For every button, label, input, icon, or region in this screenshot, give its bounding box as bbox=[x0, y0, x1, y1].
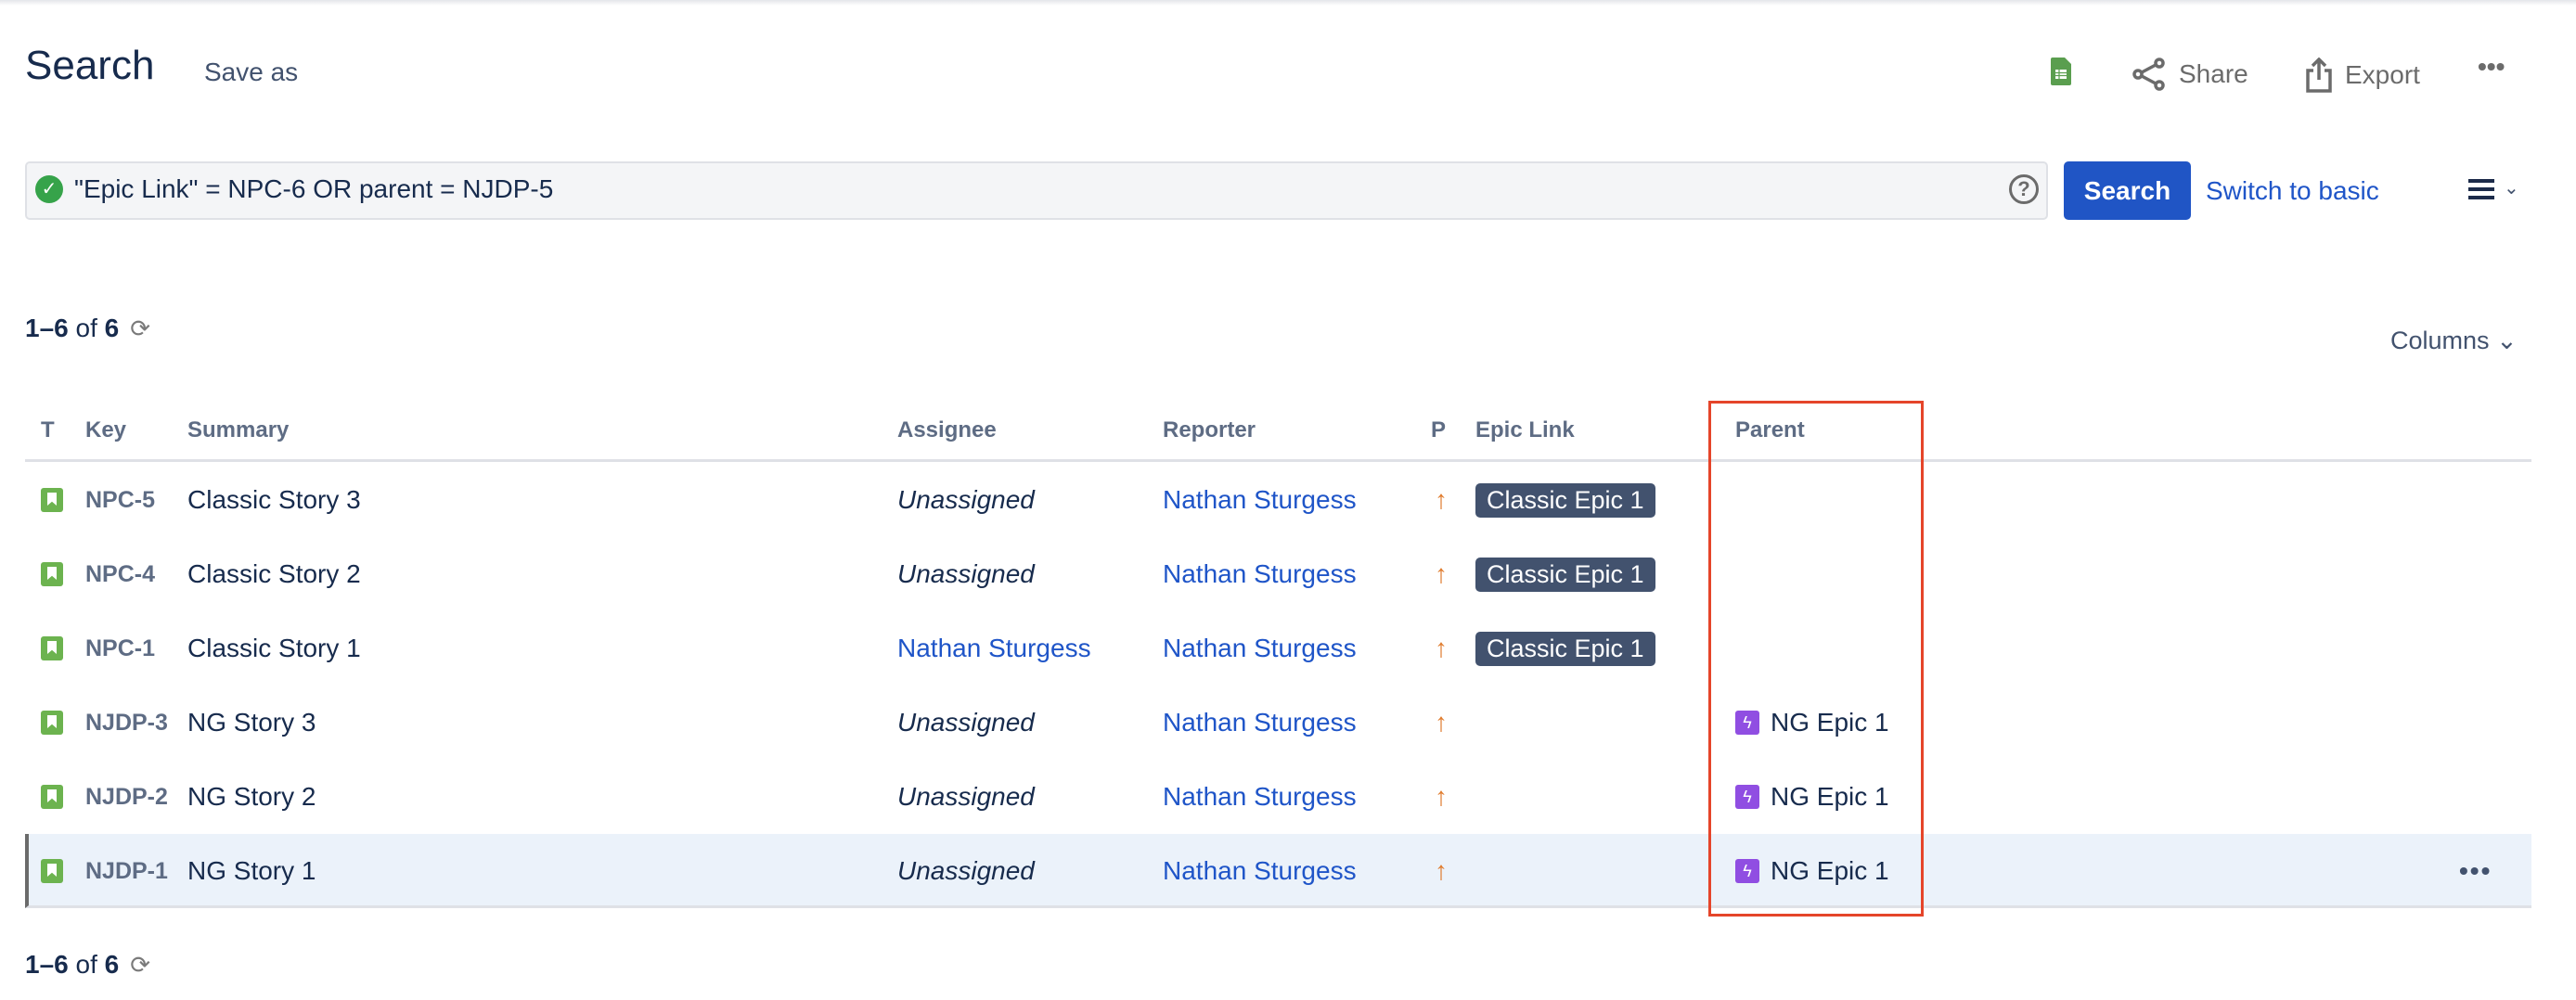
chevron-down-icon[interactable]: ⌄ bbox=[2504, 176, 2519, 199]
priority-high-icon: ↑ bbox=[1435, 708, 1448, 737]
story-icon bbox=[41, 785, 63, 809]
share-label: Share bbox=[2179, 59, 2248, 88]
jql-query-text[interactable]: "Epic Link" = NPC-6 OR parent = NJDP-5 bbox=[74, 174, 553, 204]
header-reporter[interactable]: Reporter bbox=[1163, 417, 1256, 443]
issue-key[interactable]: NPC-4 bbox=[85, 561, 155, 588]
columns-button[interactable]: Columns ⌄ bbox=[2390, 327, 2518, 355]
refresh-icon[interactable]: ⟳ bbox=[130, 951, 150, 979]
table-row[interactable]: NJDP-1 NG Story 1 Unassigned Nathan Sturges… bbox=[25, 834, 2531, 908]
issue-key[interactable]: NPC-1 bbox=[85, 635, 155, 662]
reporter[interactable]: Nathan Sturgess bbox=[1163, 485, 1357, 515]
sheets-button[interactable] bbox=[2051, 58, 2071, 85]
epic-link-lozenge[interactable]: Classic Epic 1 bbox=[1475, 482, 1655, 518]
table-row[interactable]: NPC-4 Classic Story 2 Unassigned Nathan Stu… bbox=[25, 537, 2531, 611]
issue-summary[interactable]: Classic Story 3 bbox=[187, 485, 361, 515]
epic-link-lozenge[interactable]: Classic Epic 1 bbox=[1475, 557, 1655, 592]
export-label: Export bbox=[2345, 60, 2420, 89]
share-icon bbox=[2132, 58, 2165, 91]
issue-summary[interactable]: Classic Story 2 bbox=[187, 559, 361, 589]
issue-key[interactable]: NJDP-3 bbox=[85, 710, 168, 737]
refresh-icon[interactable]: ⟳ bbox=[130, 314, 150, 342]
story-icon bbox=[41, 711, 63, 735]
share-button[interactable]: Share bbox=[2132, 58, 2248, 91]
help-icon[interactable]: ? bbox=[2009, 174, 2039, 204]
priority-high-icon: ↑ bbox=[1435, 485, 1448, 514]
reporter[interactable]: Nathan Sturgess bbox=[1163, 782, 1357, 812]
table-row[interactable]: NJDP-3 NG Story 3 Unassigned Nathan Sturges… bbox=[25, 686, 2531, 760]
header-summary[interactable]: Summary bbox=[187, 417, 289, 443]
assignee[interactable]: Nathan Sturgess bbox=[897, 634, 1091, 663]
header-divider bbox=[25, 459, 2531, 462]
top-shadow bbox=[0, 0, 2576, 6]
header-type[interactable]: T bbox=[41, 417, 55, 443]
export-icon bbox=[2306, 58, 2332, 93]
parent-column-highlight bbox=[1708, 401, 1924, 917]
result-count-top: 1–6 of 6 ⟳ bbox=[25, 314, 151, 342]
assignee: Unassigned bbox=[897, 856, 1035, 885]
reporter[interactable]: Nathan Sturgess bbox=[1163, 634, 1357, 663]
priority-high-icon: ↑ bbox=[1435, 559, 1448, 588]
assignee: Unassigned bbox=[897, 782, 1035, 811]
table-row[interactable]: NJDP-2 NG Story 2 Unassigned Nathan Sturges… bbox=[25, 760, 2531, 834]
export-button[interactable]: Export bbox=[2306, 58, 2420, 93]
result-count-bottom: 1–6 of 6 ⟳ bbox=[25, 950, 151, 979]
table-row[interactable]: NPC-5 Classic Story 3 Unassigned Nathan Stu… bbox=[25, 463, 2531, 537]
epic-link-lozenge[interactable]: Classic Epic 1 bbox=[1475, 631, 1655, 666]
save-as-button[interactable]: Save as bbox=[204, 58, 298, 87]
issue-key[interactable]: NJDP-1 bbox=[85, 858, 168, 885]
story-icon bbox=[41, 636, 63, 660]
chevron-down-icon: ⌄ bbox=[2496, 327, 2518, 354]
issue-summary[interactable]: NG Story 2 bbox=[187, 782, 316, 812]
issue-summary[interactable]: NG Story 1 bbox=[187, 856, 316, 886]
priority-high-icon: ↑ bbox=[1435, 634, 1448, 662]
valid-check-icon: ✓ bbox=[35, 175, 63, 203]
story-icon bbox=[41, 488, 63, 512]
reporter[interactable]: Nathan Sturgess bbox=[1163, 708, 1357, 737]
header-assignee[interactable]: Assignee bbox=[897, 417, 997, 443]
issue-key[interactable]: NJDP-2 bbox=[85, 784, 168, 811]
reporter[interactable]: Nathan Sturgess bbox=[1163, 559, 1357, 589]
row-actions-button[interactable]: ••• bbox=[2459, 856, 2492, 886]
search-button[interactable]: Search bbox=[2064, 161, 2191, 220]
spreadsheet-icon bbox=[2051, 58, 2071, 85]
header-epic-link[interactable]: Epic Link bbox=[1475, 417, 1575, 443]
header-key[interactable]: Key bbox=[85, 417, 126, 443]
assignee: Unassigned bbox=[897, 559, 1035, 588]
story-icon bbox=[41, 562, 63, 586]
issue-summary[interactable]: Classic Story 1 bbox=[187, 634, 361, 663]
assignee: Unassigned bbox=[897, 708, 1035, 737]
issue-key[interactable]: NPC-5 bbox=[85, 487, 155, 514]
view-menu-icon[interactable] bbox=[2468, 179, 2494, 199]
reporter[interactable]: Nathan Sturgess bbox=[1163, 856, 1357, 886]
priority-high-icon: ↑ bbox=[1435, 856, 1448, 885]
header-priority[interactable]: P bbox=[1431, 417, 1446, 443]
columns-label: Columns bbox=[2390, 327, 2490, 354]
table-row[interactable]: NPC-1 Classic Story 1 Nathan Sturgess Natha… bbox=[25, 611, 2531, 686]
story-icon bbox=[41, 859, 63, 883]
switch-to-basic-link[interactable]: Switch to basic bbox=[2206, 176, 2379, 206]
assignee: Unassigned bbox=[897, 485, 1035, 514]
more-actions-button[interactable]: ••• bbox=[2478, 52, 2505, 82]
issue-summary[interactable]: NG Story 3 bbox=[187, 708, 316, 737]
page-title: Search bbox=[25, 43, 155, 88]
priority-high-icon: ↑ bbox=[1435, 782, 1448, 811]
